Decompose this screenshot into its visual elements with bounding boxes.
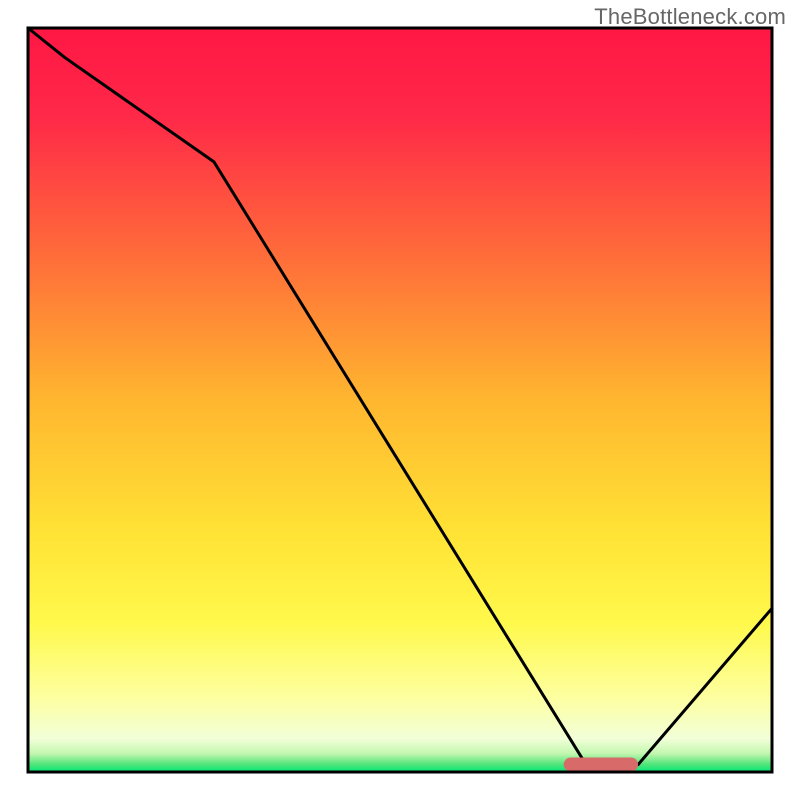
chart-container: TheBottleneck.com: [0, 0, 800, 800]
gradient-background: [28, 28, 772, 772]
bottleneck-chart: [0, 0, 800, 800]
optimal-marker: [564, 758, 638, 772]
watermark-text: TheBottleneck.com: [594, 4, 786, 30]
